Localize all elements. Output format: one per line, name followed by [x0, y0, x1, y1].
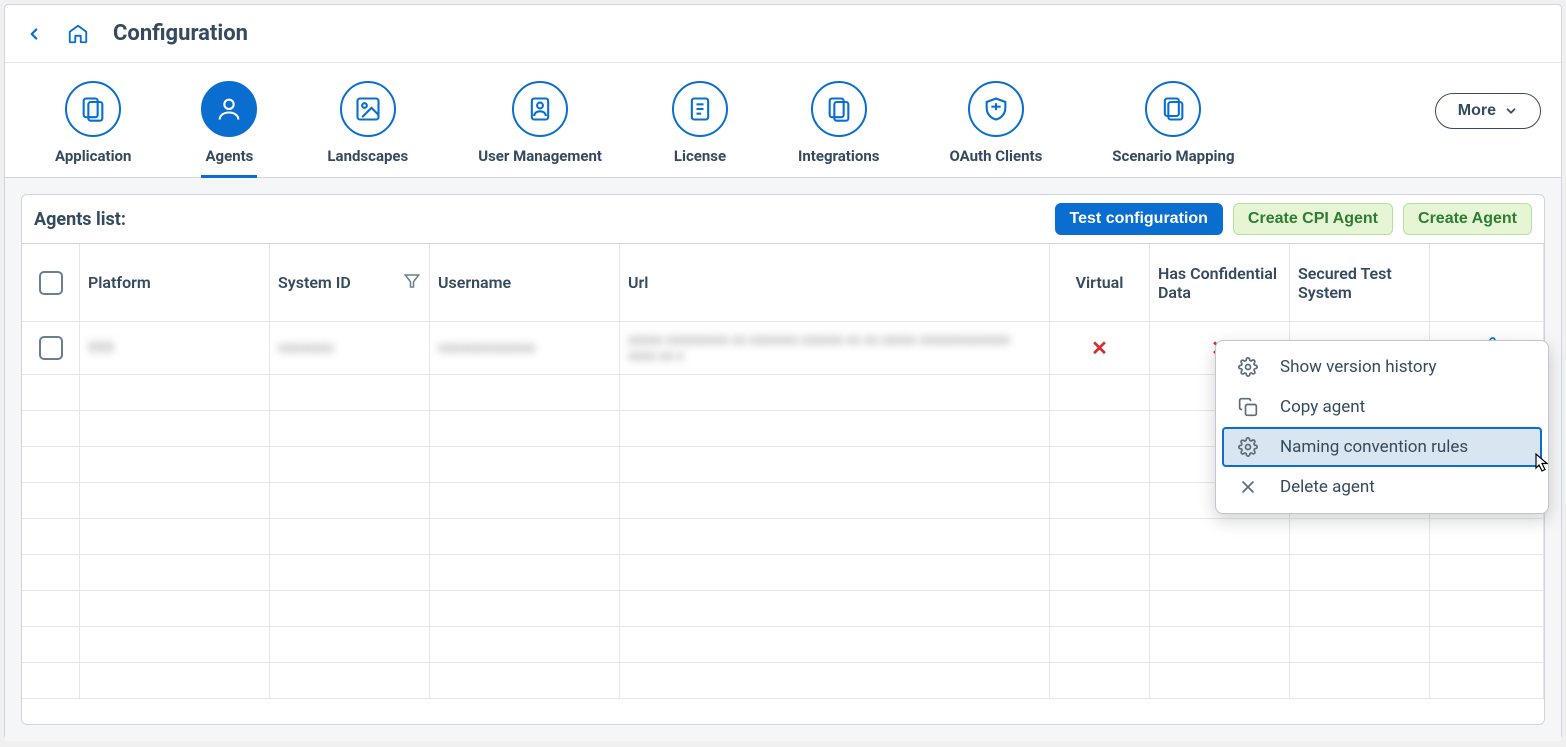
menu-naming-convention-rules[interactable]: Naming convention rules [1222, 427, 1542, 467]
tab-application[interactable]: Application [25, 73, 161, 177]
panel-header: Agents list: Test configuration Create C… [22, 195, 1544, 244]
user-management-icon [512, 81, 568, 137]
menu-copy-agent[interactable]: Copy agent [1222, 387, 1542, 427]
column-system-id[interactable]: System ID [270, 244, 430, 321]
test-configuration-button[interactable]: Test configuration [1055, 203, 1223, 235]
row-checkbox[interactable] [39, 336, 63, 360]
application-icon [65, 81, 121, 137]
empty-row [22, 555, 1544, 591]
menu-delete-agent[interactable]: Delete agent [1222, 467, 1542, 507]
breadcrumb-bar: Configuration [5, 5, 1561, 63]
oauth-clients-icon [968, 81, 1024, 137]
home-icon[interactable] [67, 23, 89, 45]
tab-label: Application [55, 147, 131, 165]
tab-label: License [674, 147, 726, 165]
cell-username: xxxxxxxxxxxxxx [438, 340, 535, 356]
select-all-checkbox[interactable] [39, 271, 63, 295]
empty-row [22, 519, 1544, 555]
tab-label: Agents [205, 147, 253, 165]
tab-license[interactable]: License [642, 73, 758, 177]
column-platform[interactable]: Platform [80, 244, 270, 321]
cell-url: xxxxx xxxxxxxxx xx xxxxxxx xxxxxx xx xx … [628, 332, 1041, 364]
close-icon [1238, 477, 1258, 497]
chevron-down-icon [1504, 104, 1518, 118]
gear-icon [1238, 357, 1258, 377]
cell-platform: XXX [88, 340, 114, 356]
menu-label: Show version history [1280, 357, 1437, 377]
license-icon [672, 81, 728, 137]
create-cpi-agent-button[interactable]: Create CPI Agent [1233, 203, 1393, 235]
column-virtual[interactable]: Virtual [1050, 244, 1150, 321]
more-button[interactable]: More [1435, 93, 1541, 129]
tab-landscapes[interactable]: Landscapes [297, 73, 438, 177]
menu-label: Delete agent [1280, 477, 1375, 497]
tab-agents[interactable]: Agents [171, 73, 287, 177]
copy-icon [1238, 397, 1258, 417]
integrations-icon [811, 81, 867, 137]
empty-row [22, 591, 1544, 627]
agents-icon [201, 81, 257, 137]
menu-show-version-history[interactable]: Show version history [1222, 347, 1542, 387]
back-button[interactable] [25, 25, 43, 43]
filter-icon[interactable] [403, 272, 421, 294]
landscapes-icon [340, 81, 396, 137]
tab-integrations[interactable]: Integrations [768, 73, 909, 177]
tab-label: Scenario Mapping [1112, 147, 1234, 165]
menu-label: Naming convention rules [1280, 437, 1468, 457]
column-secured[interactable]: Secured Test System [1290, 244, 1430, 321]
scenario-mapping-icon [1145, 81, 1201, 137]
empty-row [22, 663, 1544, 699]
menu-label: Copy agent [1280, 397, 1365, 417]
create-agent-button[interactable]: Create Agent [1403, 203, 1532, 235]
panel-actions: Test configuration Create CPI Agent Crea… [1055, 203, 1532, 235]
tab-label: User Management [478, 147, 602, 165]
gear-icon [1238, 437, 1258, 457]
tab-user-management[interactable]: User Management [448, 73, 632, 177]
empty-row [22, 627, 1544, 663]
tab-label: Landscapes [327, 147, 408, 165]
column-username[interactable]: Username [430, 244, 620, 321]
more-label: More [1458, 102, 1496, 120]
tab-scenario-mapping[interactable]: Scenario Mapping [1082, 73, 1264, 177]
cell-system-id: xxxxxxxx [278, 340, 334, 356]
tab-navigation: Application Agents Landscapes User Manag… [5, 63, 1561, 178]
row-context-menu: Show version history Copy agent Naming c… [1215, 340, 1549, 514]
column-confidential[interactable]: Has Confidential Data [1150, 244, 1290, 321]
tab-oauth-clients[interactable]: OAuth Clients [919, 73, 1072, 177]
panel-title: Agents list: [34, 209, 126, 230]
tab-label: Integrations [798, 147, 879, 165]
table-header: Platform System ID Username Url Virtual … [22, 244, 1544, 322]
tab-label: OAuth Clients [949, 147, 1042, 165]
page-title: Configuration [113, 21, 248, 46]
virtual-false-icon: ✕ [1091, 336, 1108, 360]
column-url[interactable]: Url [620, 244, 1050, 321]
